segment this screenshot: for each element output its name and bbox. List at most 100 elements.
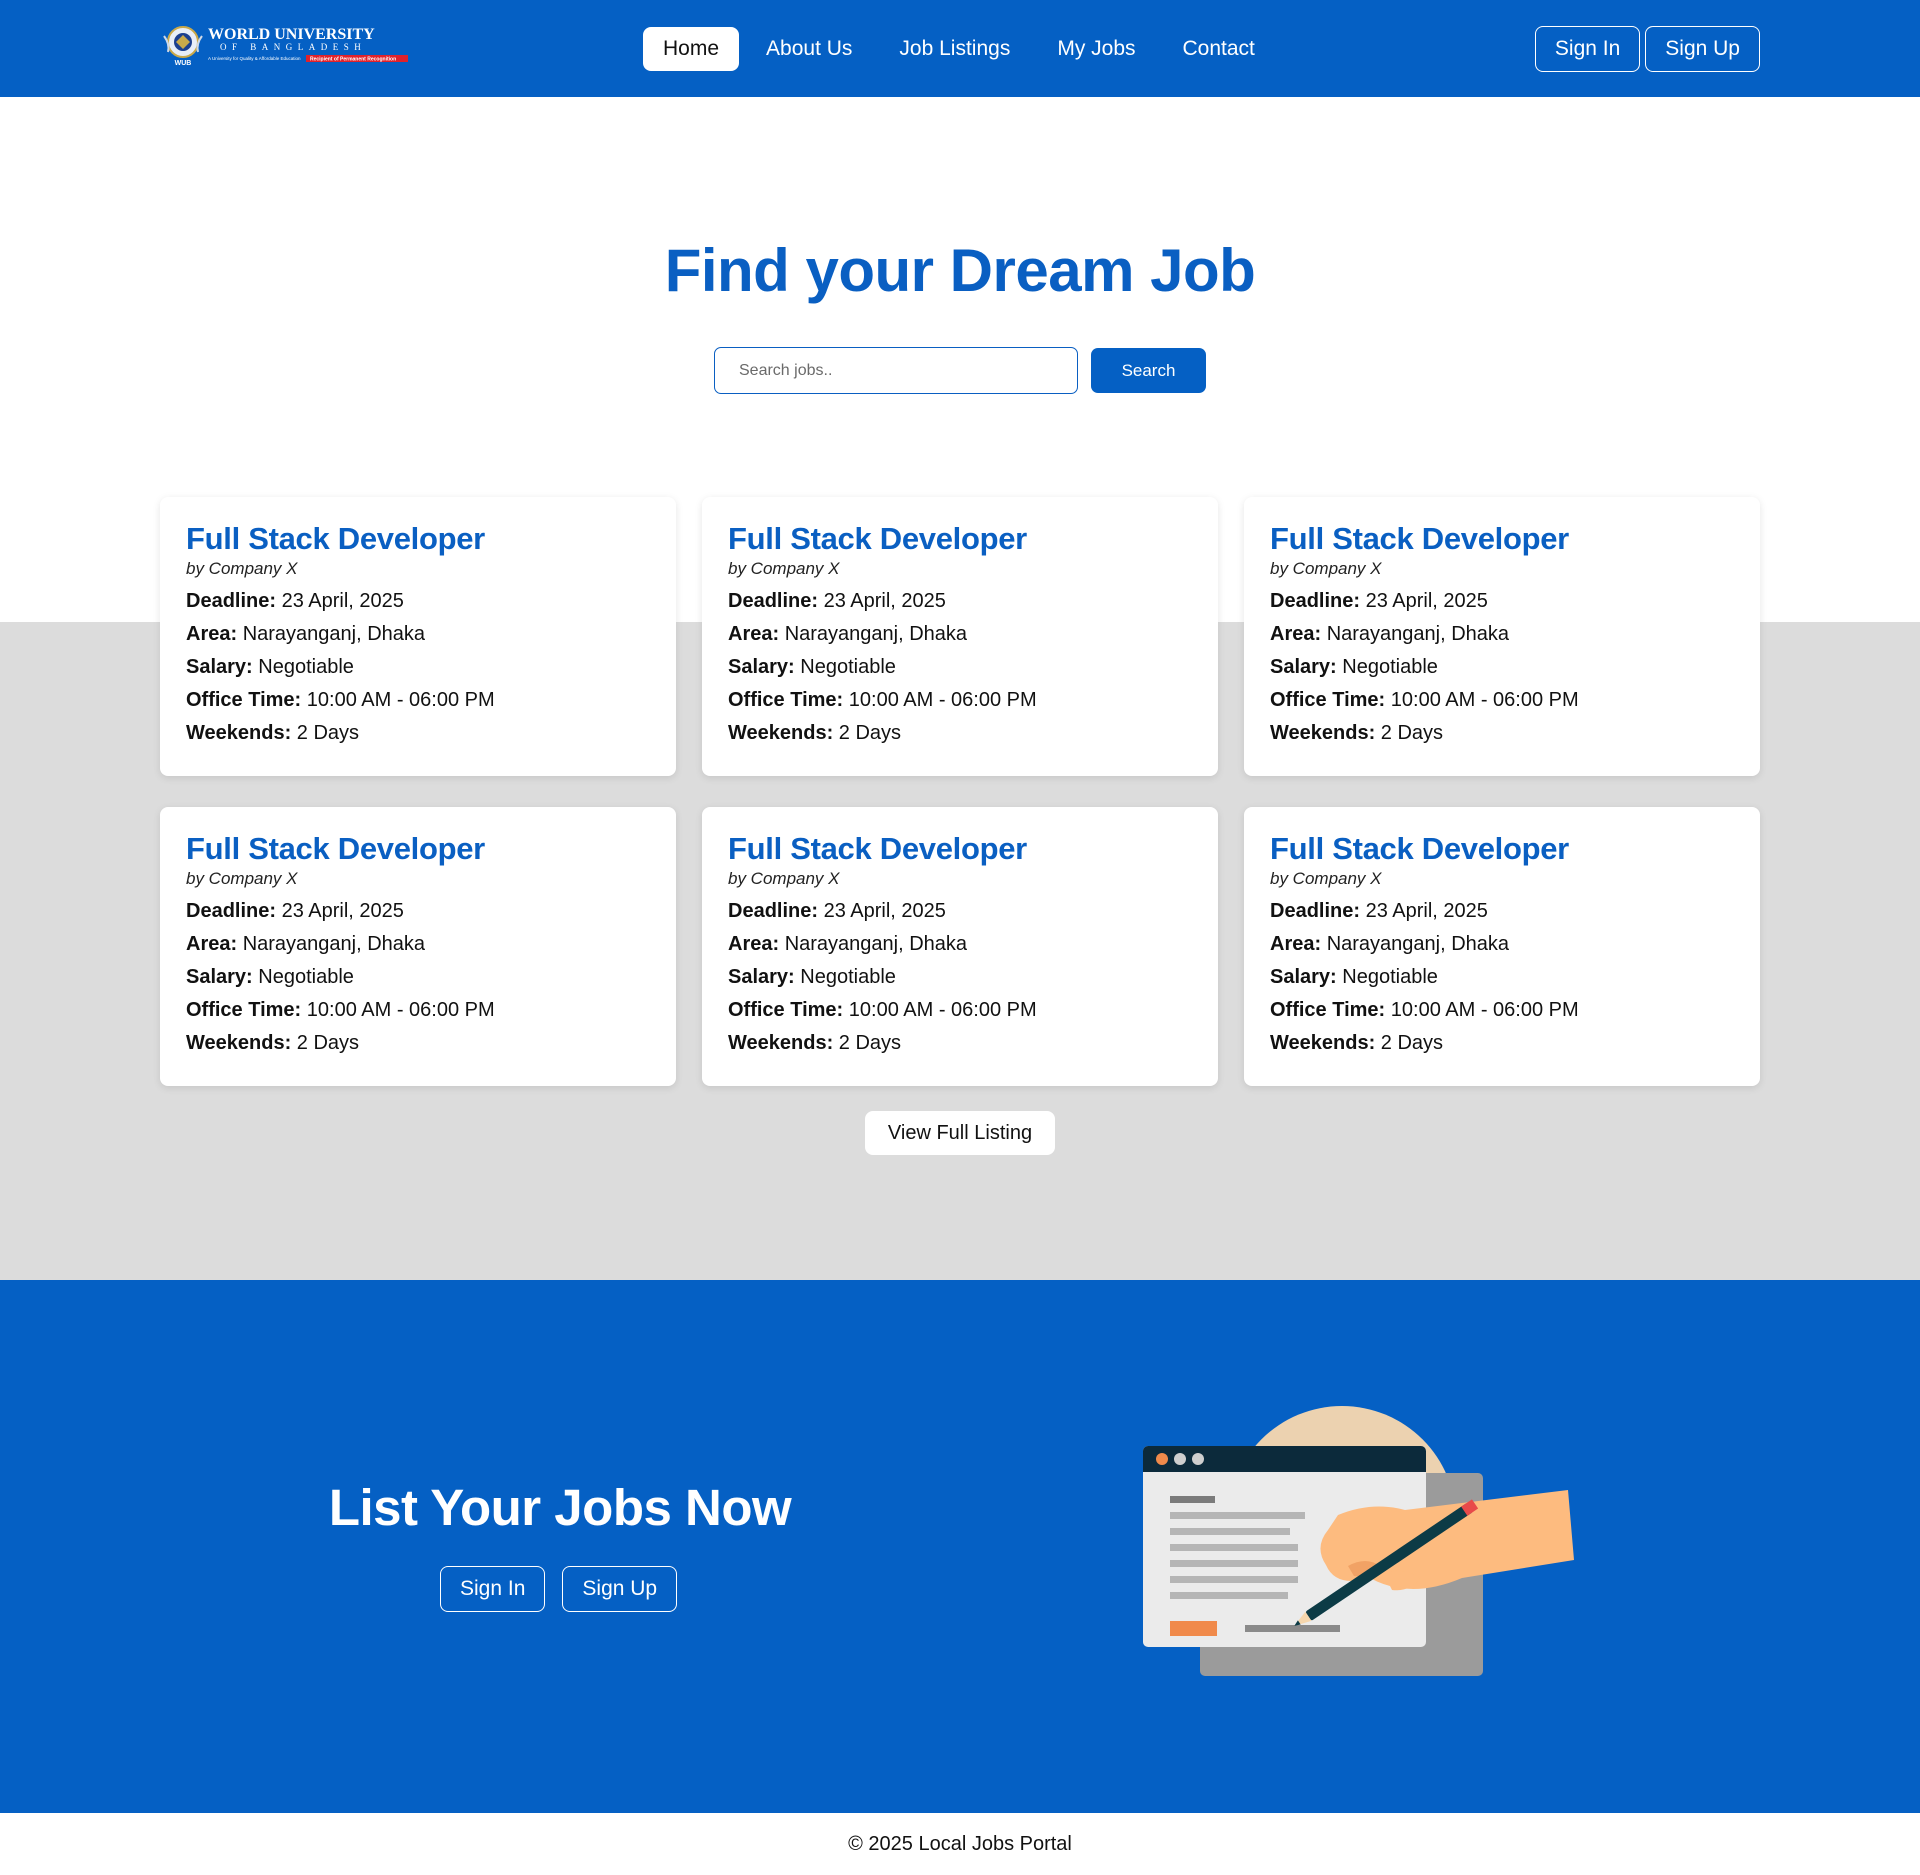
area-value: Narayanganj, Dhaka [1326, 933, 1510, 955]
job-area: Area: Narayanganj, Dhaka [186, 618, 650, 651]
header-auth-buttons: Sign In Sign Up [1534, 26, 1760, 72]
job-deadline: Deadline: 23 April, 2025 [186, 895, 650, 928]
view-full-listing-button[interactable]: View Full Listing [865, 1111, 1055, 1155]
weekends-value: 2 Days [838, 1032, 902, 1054]
job-title[interactable]: Full Stack Developer [1270, 833, 1734, 865]
nav-job-listings[interactable]: Job Listings [879, 27, 1030, 71]
nav-my-jobs[interactable]: My Jobs [1037, 27, 1155, 71]
hero-title: Find your Dream Job [664, 237, 1256, 304]
weekends-label: Weekends: [1270, 1032, 1376, 1054]
deadline-value: 23 April, 2025 [823, 590, 946, 612]
job-title[interactable]: Full Stack Developer [186, 523, 650, 555]
job-card-6[interactable]: Full Stack Developer by Company X Deadli… [1244, 807, 1760, 1086]
header-sign-in-button[interactable]: Sign In [1534, 26, 1641, 72]
job-card-5[interactable]: Full Stack Developer by Company X Deadli… [702, 807, 1218, 1086]
cta-buttons: Sign In Sign Up [440, 1566, 678, 1612]
office-time-value: 10:00 AM - 06:00 PM [306, 689, 495, 711]
job-salary: Salary: Negotiable [186, 961, 650, 994]
job-company: by Company X [186, 559, 298, 578]
job-salary: Salary: Negotiable [1270, 961, 1734, 994]
deadline-value: 23 April, 2025 [281, 590, 404, 612]
job-office-time: Office Time: 10:00 AM - 06:00 PM [186, 684, 650, 717]
weekends-value: 2 Days [296, 1032, 360, 1054]
area-label: Area: [186, 933, 238, 955]
office-time-value: 10:00 AM - 06:00 PM [1390, 999, 1579, 1021]
office-time-label: Office Time: [728, 999, 844, 1021]
job-weekends: Weekends: 2 Days [1270, 1027, 1734, 1060]
job-deadline: Deadline: 23 April, 2025 [186, 585, 650, 618]
deadline-label: Deadline: [728, 900, 819, 922]
weekends-value: 2 Days [296, 722, 360, 744]
nav-contact[interactable]: Contact [1163, 27, 1275, 71]
deadline-label: Deadline: [1270, 590, 1361, 612]
job-area: Area: Narayanganj, Dhaka [186, 928, 650, 961]
job-deadline: Deadline: 23 April, 2025 [728, 895, 1192, 928]
area-value: Narayanganj, Dhaka [1326, 623, 1510, 645]
office-time-label: Office Time: [728, 689, 844, 711]
hand-writing-illustration [1143, 1406, 1574, 1676]
weekends-value: 2 Days [1380, 722, 1444, 744]
list-jobs-cta-section: List Your Jobs Now Sign In Sign Up [0, 1280, 1920, 1813]
salary-label: Salary: [186, 966, 253, 988]
footer-copyright: © 2025 Local Jobs Portal [0, 1813, 1920, 1875]
office-time-value: 10:00 AM - 06:00 PM [848, 689, 1037, 711]
salary-value: Negotiable [258, 656, 354, 678]
deadline-label: Deadline: [728, 590, 819, 612]
office-time-value: 10:00 AM - 06:00 PM [848, 999, 1037, 1021]
salary-label: Salary: [186, 656, 253, 678]
deadline-value: 23 April, 2025 [1365, 590, 1488, 612]
weekends-label: Weekends: [186, 1032, 292, 1054]
job-title[interactable]: Full Stack Developer [1270, 523, 1734, 555]
job-title[interactable]: Full Stack Developer [186, 833, 650, 865]
area-value: Narayanganj, Dhaka [242, 933, 426, 955]
job-salary: Salary: Negotiable [1270, 651, 1734, 684]
job-area: Area: Narayanganj, Dhaka [1270, 928, 1734, 961]
job-title[interactable]: Full Stack Developer [728, 523, 1192, 555]
job-deadline: Deadline: 23 April, 2025 [1270, 585, 1734, 618]
header-sign-up-button[interactable]: Sign Up [1645, 26, 1760, 72]
deadline-label: Deadline: [186, 590, 277, 612]
nav-home[interactable]: Home [643, 27, 740, 71]
cta-title: List Your Jobs Now [328, 1479, 792, 1536]
salary-label: Salary: [728, 966, 795, 988]
job-card-4[interactable]: Full Stack Developer by Company X Deadli… [160, 807, 676, 1086]
deadline-label: Deadline: [186, 900, 277, 922]
top-navbar: WUB WORLD UNIVERSITY OF BANGLADESH A Uni… [0, 0, 1920, 97]
job-area: Area: Narayanganj, Dhaka [728, 618, 1192, 651]
job-search-input[interactable] [714, 347, 1078, 394]
salary-value: Negotiable [800, 966, 896, 988]
office-time-value: 10:00 AM - 06:00 PM [306, 999, 495, 1021]
job-card-1[interactable]: Full Stack Developer by Company X Deadli… [160, 497, 676, 776]
area-label: Area: [728, 933, 780, 955]
job-company: by Company X [186, 869, 298, 888]
job-weekends: Weekends: 2 Days [728, 717, 1192, 750]
logo-name-line2: OF BANGLADESH [220, 42, 366, 52]
weekends-label: Weekends: [1270, 722, 1376, 744]
job-title[interactable]: Full Stack Developer [728, 833, 1192, 865]
office-time-label: Office Time: [186, 689, 302, 711]
salary-value: Negotiable [800, 656, 896, 678]
weekends-value: 2 Days [838, 722, 902, 744]
weekends-value: 2 Days [1380, 1032, 1444, 1054]
job-salary: Salary: Negotiable [186, 651, 650, 684]
job-salary: Salary: Negotiable [728, 651, 1192, 684]
job-card-2[interactable]: Full Stack Developer by Company X Deadli… [702, 497, 1218, 776]
area-label: Area: [1270, 933, 1322, 955]
job-company: by Company X [728, 869, 840, 888]
cta-sign-in-button[interactable]: Sign In [440, 1566, 546, 1612]
salary-value: Negotiable [1342, 656, 1438, 678]
university-logo[interactable]: WUB WORLD UNIVERSITY OF BANGLADESH A Uni… [162, 24, 410, 68]
logo-seal-text: WUB [175, 60, 192, 67]
nav-about-us[interactable]: About Us [746, 27, 872, 71]
job-company: by Company X [728, 559, 840, 578]
job-weekends: Weekends: 2 Days [728, 1027, 1192, 1060]
job-company: by Company X [1270, 559, 1382, 578]
search-button[interactable]: Search [1091, 348, 1206, 393]
cta-sign-up-button[interactable]: Sign Up [562, 1566, 678, 1612]
deadline-value: 23 April, 2025 [1365, 900, 1488, 922]
logo-badge: Recipient of Permanent Recognition [310, 57, 396, 63]
job-area: Area: Narayanganj, Dhaka [1270, 618, 1734, 651]
job-card-3[interactable]: Full Stack Developer by Company X Deadli… [1244, 497, 1760, 776]
job-office-time: Office Time: 10:00 AM - 06:00 PM [186, 994, 650, 1027]
weekends-label: Weekends: [728, 722, 834, 744]
